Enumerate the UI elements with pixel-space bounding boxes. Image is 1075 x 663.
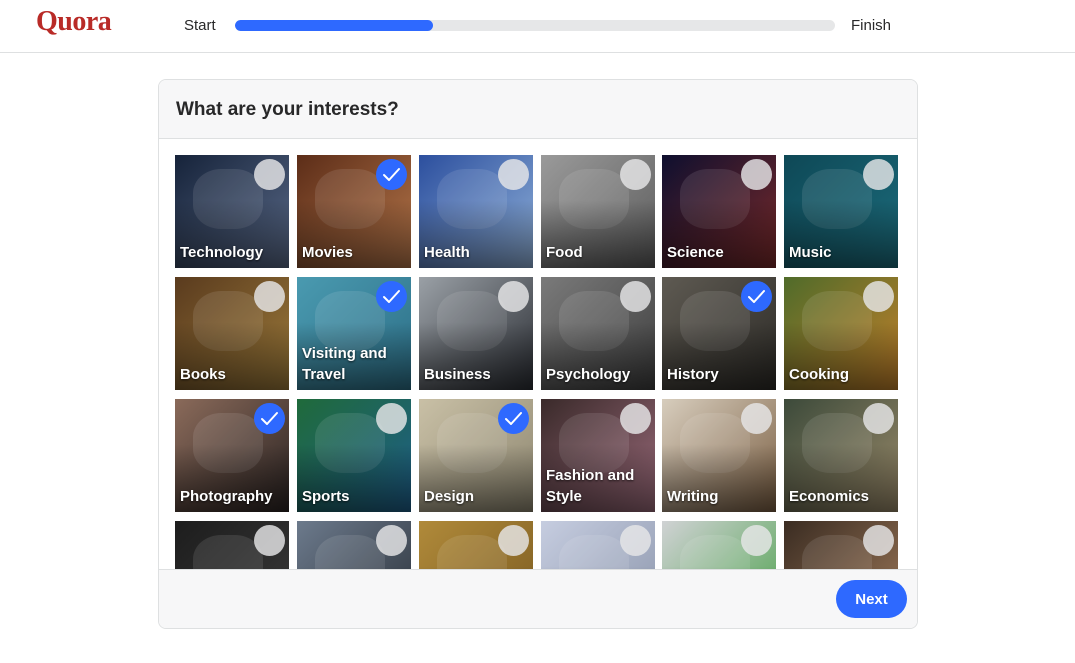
unchecked-circle-icon[interactable] <box>741 159 772 190</box>
topic-label: Movies <box>302 244 353 261</box>
dialog-title: What are your interests? <box>176 99 399 120</box>
topic-tile[interactable]: Writing <box>662 399 776 512</box>
checked-icon[interactable] <box>254 403 285 434</box>
topic-tile[interactable]: Food <box>541 155 655 268</box>
progress-bar <box>235 20 835 31</box>
topic-label: Visiting and Travel <box>302 345 387 383</box>
topic-label: Photography <box>180 488 273 505</box>
topic-tile[interactable]: Music <box>784 155 898 268</box>
progress-start-label: Start <box>184 17 216 34</box>
unchecked-circle-icon[interactable] <box>376 403 407 434</box>
progress-finish-label: Finish <box>851 17 892 34</box>
topic-tile[interactable]: Movies <box>297 155 411 268</box>
unchecked-circle-icon[interactable] <box>863 525 894 556</box>
unchecked-circle-icon[interactable] <box>863 403 894 434</box>
top-bar: Quora Start Finish <box>0 0 1075 53</box>
topic-label: Technology <box>180 244 264 261</box>
topic-tile[interactable]: Health <box>419 155 533 268</box>
topic-tile[interactable]: Design <box>419 399 533 512</box>
topic-grid[interactable]: Technology Movies Health Food Science Music Bo… <box>159 139 917 570</box>
topic-label: Writing <box>667 488 719 505</box>
unchecked-circle-icon[interactable] <box>741 403 772 434</box>
topic-label: Music <box>789 244 832 261</box>
unchecked-circle-icon[interactable] <box>498 525 529 556</box>
checked-icon[interactable] <box>498 403 529 434</box>
topic-label: Food <box>546 244 583 261</box>
topic-label: Economics <box>789 488 870 505</box>
unchecked-circle-icon[interactable] <box>498 281 529 312</box>
topic-tile[interactable] <box>541 521 655 570</box>
unchecked-circle-icon[interactable] <box>498 159 529 190</box>
unchecked-circle-icon[interactable] <box>376 525 407 556</box>
topic-tile[interactable] <box>662 521 776 570</box>
unchecked-circle-icon[interactable] <box>620 403 651 434</box>
topic-tile[interactable] <box>419 521 533 570</box>
topic-tile[interactable]: Psychology <box>541 277 655 390</box>
dialog-footer: Next <box>159 569 917 628</box>
checked-icon[interactable] <box>376 281 407 312</box>
unchecked-circle-icon[interactable] <box>254 159 285 190</box>
topic-tile[interactable]: Technology <box>175 155 289 268</box>
quora-logo[interactable]: Quora <box>36 6 112 38</box>
unchecked-circle-icon[interactable] <box>863 281 894 312</box>
topic-tile[interactable]: Visiting and Travel <box>297 277 411 390</box>
topic-label: Psychology <box>546 366 631 383</box>
topic-tile[interactable]: Science <box>662 155 776 268</box>
checked-icon[interactable] <box>376 159 407 190</box>
unchecked-circle-icon[interactable] <box>620 159 651 190</box>
topic-tile[interactable]: Books <box>175 277 289 390</box>
topic-tile[interactable] <box>175 521 289 570</box>
topic-tile[interactable] <box>784 521 898 570</box>
unchecked-circle-icon[interactable] <box>254 525 285 556</box>
topic-label: Fashion and Style <box>546 467 635 505</box>
checked-icon[interactable] <box>741 281 772 312</box>
interests-dialog: What are your interests? Technology Movie… <box>158 79 918 629</box>
topic-tile[interactable] <box>297 521 411 570</box>
topic-label: Sports <box>302 488 350 505</box>
topic-tile[interactable]: History <box>662 277 776 390</box>
dialog-header: What are your interests? <box>159 80 917 139</box>
topic-tile[interactable]: Business <box>419 277 533 390</box>
unchecked-circle-icon[interactable] <box>863 159 894 190</box>
unchecked-circle-icon[interactable] <box>741 525 772 556</box>
unchecked-circle-icon[interactable] <box>620 281 651 312</box>
next-button[interactable]: Next <box>836 580 907 618</box>
unchecked-circle-icon[interactable] <box>254 281 285 312</box>
topic-label: History <box>667 366 719 383</box>
topic-label: Books <box>180 366 226 383</box>
topic-tile[interactable]: Sports <box>297 399 411 512</box>
unchecked-circle-icon[interactable] <box>620 525 651 556</box>
topic-label: Design <box>424 488 475 505</box>
topic-label: Business <box>424 366 491 383</box>
progress-bar-fill <box>235 20 433 31</box>
topic-tile[interactable]: Economics <box>784 399 898 512</box>
topic-tile[interactable]: Photography <box>175 399 289 512</box>
topic-tile[interactable]: Fashion and Style <box>541 399 655 512</box>
topic-label: Cooking <box>789 366 849 383</box>
topic-label: Science <box>667 244 724 261</box>
topic-label: Health <box>424 244 470 261</box>
topic-tile[interactable]: Cooking <box>784 277 898 390</box>
